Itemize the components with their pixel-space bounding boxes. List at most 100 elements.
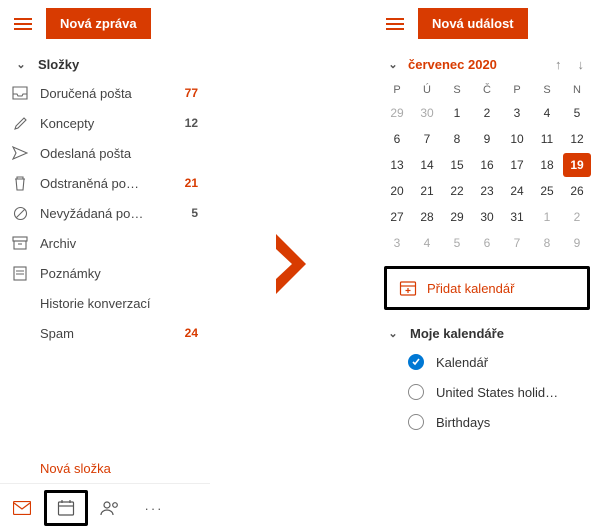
calendar-day[interactable]: 19 [563, 153, 591, 177]
weekday-header-row: PÚSČPSN [372, 78, 602, 100]
mail-header: Nová zpráva [0, 0, 210, 47]
prev-month-button[interactable]: ↑ [551, 55, 566, 74]
calendar-day[interactable]: 27 [383, 205, 411, 229]
calendar-day[interactable]: 1 [443, 101, 471, 125]
calendar-day[interactable]: 4 [413, 231, 441, 255]
calendar-day[interactable]: 16 [473, 153, 501, 177]
folder-item[interactable]: Koncepty12 [0, 108, 210, 138]
archive-icon [12, 235, 28, 251]
nav-calendar-tab[interactable] [44, 490, 88, 526]
calendar-header: Nová událost [372, 0, 602, 47]
calendar-day[interactable]: 18 [533, 153, 561, 177]
week-row: 13141516171819 [372, 152, 602, 178]
calendar-day[interactable]: 3 [383, 231, 411, 255]
next-month-button[interactable]: ↓ [574, 55, 589, 74]
folder-item[interactable]: Spam24 [0, 318, 210, 348]
folder-item[interactable]: Odstraněná po…21 [0, 168, 210, 198]
pencil-icon [12, 115, 28, 131]
weekday-label: P [502, 84, 532, 96]
weekday-label: Ú [412, 84, 442, 96]
calendar-day[interactable]: 30 [413, 101, 441, 125]
calendar-day[interactable]: 2 [563, 205, 591, 229]
calendar-item[interactable]: United States holid… [372, 377, 602, 407]
my-calendars-title: Moje kalendáře [410, 326, 504, 341]
calendar-label: Birthdays [436, 415, 490, 430]
add-calendar-button[interactable]: Přidat kalendář [384, 266, 590, 310]
folders-header[interactable]: ⌄ Složky [0, 47, 210, 78]
nav-people-tab[interactable] [88, 490, 132, 526]
nav-bottom-bar: ··· [0, 483, 210, 528]
folder-label: Koncepty [40, 116, 168, 131]
calendar-day[interactable]: 20 [383, 179, 411, 203]
calendar-day[interactable]: 5 [563, 101, 591, 125]
calendar-day[interactable]: 24 [503, 179, 531, 203]
calendar-day[interactable]: 1 [533, 205, 561, 229]
folder-count: 24 [180, 326, 198, 340]
folder-item[interactable]: Historie konverzací [0, 288, 210, 318]
calendar-day[interactable]: 23 [473, 179, 501, 203]
calendar-day[interactable]: 29 [443, 205, 471, 229]
hamburger-icon[interactable] [10, 14, 36, 34]
calendar-day[interactable]: 7 [413, 127, 441, 151]
calendar-day[interactable]: 10 [503, 127, 531, 151]
calendar-day[interactable]: 28 [413, 205, 441, 229]
folder-item[interactable]: Nevyžádaná po…5 [0, 198, 210, 228]
week-row: 3456789 [372, 230, 602, 256]
nav-more-tab[interactable]: ··· [132, 490, 176, 526]
calendar-icon [57, 499, 75, 517]
calendar-day[interactable]: 7 [503, 231, 531, 255]
calendar-day[interactable]: 8 [443, 127, 471, 151]
calendar-item[interactable]: Birthdays [372, 407, 602, 437]
folder-item[interactable]: Odeslaná pošta [0, 138, 210, 168]
folder-label: Nevyžádaná po… [40, 206, 168, 221]
calendar-day[interactable]: 25 [533, 179, 561, 203]
calendar-day[interactable]: 3 [503, 101, 531, 125]
weekday-label: P [382, 84, 412, 96]
week-row: 20212223242526 [372, 178, 602, 204]
folder-item[interactable]: Archiv [0, 228, 210, 258]
calendar-day[interactable]: 21 [413, 179, 441, 203]
week-row: 272829303112 [372, 204, 602, 230]
week-row: 293012345 [372, 100, 602, 126]
calendar-day[interactable]: 17 [503, 153, 531, 177]
calendar-day[interactable]: 14 [413, 153, 441, 177]
chevron-down-icon[interactable]: ⌄ [386, 58, 400, 71]
folder-item[interactable]: Poznámky [0, 258, 210, 288]
calendar-day[interactable]: 15 [443, 153, 471, 177]
calendar-day[interactable]: 12 [563, 127, 591, 151]
calendar-grid: 2930123456789101112131415161718192021222… [372, 100, 602, 256]
calendar-checkbox[interactable] [408, 414, 424, 430]
folder-label: Odeslaná pošta [40, 146, 198, 161]
weekday-label: N [562, 84, 592, 96]
calendar-day[interactable]: 9 [473, 127, 501, 151]
calendar-day[interactable]: 31 [503, 205, 531, 229]
new-folder-link[interactable]: Nová složka [0, 454, 210, 483]
folder-item[interactable]: Doručená pošta77 [0, 78, 210, 108]
calendar-day[interactable]: 29 [383, 101, 411, 125]
month-title[interactable]: červenec 2020 [408, 57, 543, 72]
calendar-day[interactable]: 30 [473, 205, 501, 229]
calendar-day[interactable]: 9 [563, 231, 591, 255]
calendar-day[interactable]: 5 [443, 231, 471, 255]
calendar-day[interactable]: 8 [533, 231, 561, 255]
nav-mail-tab[interactable] [0, 490, 44, 526]
calendar-day[interactable]: 6 [473, 231, 501, 255]
calendar-day[interactable]: 13 [383, 153, 411, 177]
new-event-button[interactable]: Nová událost [418, 8, 528, 39]
calendar-day[interactable]: 11 [533, 127, 561, 151]
calendar-day[interactable]: 26 [563, 179, 591, 203]
calendar-item[interactable]: Kalendář [372, 347, 602, 377]
hamburger-icon[interactable] [382, 14, 408, 34]
calendar-day[interactable]: 2 [473, 101, 501, 125]
calendar-day[interactable]: 4 [533, 101, 561, 125]
trash-icon [12, 175, 28, 191]
my-calendars-header[interactable]: ⌄ Moje kalendáře [372, 316, 602, 347]
new-message-button[interactable]: Nová zpráva [46, 8, 151, 39]
calendar-day[interactable]: 6 [383, 127, 411, 151]
calendar-day[interactable]: 22 [443, 179, 471, 203]
chevron-down-icon: ⌄ [14, 58, 28, 71]
calendar-label: United States holid… [436, 385, 558, 400]
calendar-checkbox[interactable] [408, 354, 424, 370]
more-icon: ··· [145, 501, 164, 516]
calendar-checkbox[interactable] [408, 384, 424, 400]
